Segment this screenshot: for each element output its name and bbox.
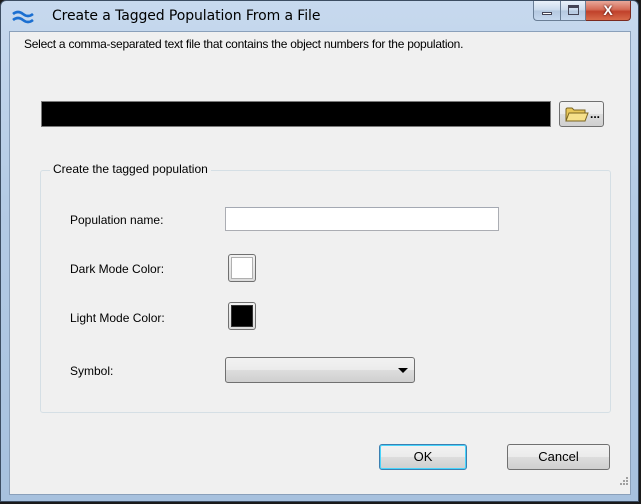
window-title: Create a Tagged Population From a File — [52, 8, 321, 24]
symbol-label: Symbol: — [70, 364, 114, 378]
ok-button[interactable]: OK — [379, 444, 467, 470]
group-legend: Create the tagged population — [50, 162, 211, 176]
minimize-icon — [542, 12, 552, 15]
dark-mode-color-swatch — [231, 257, 253, 279]
close-icon: X — [603, 2, 613, 18]
browse-ellipsis: ... — [590, 107, 601, 121]
light-mode-color-label: Light Mode Color: — [70, 311, 165, 325]
window-controls: X — [533, 1, 631, 21]
population-name-label: Population name: — [70, 213, 164, 227]
folder-icon — [565, 107, 589, 122]
title-bar[interactable]: Create a Tagged Population From a File X — [1, 1, 638, 31]
close-button[interactable]: X — [586, 1, 631, 21]
browse-button[interactable]: ... — [559, 101, 604, 127]
wave-icon — [12, 10, 34, 24]
resize-grip-icon[interactable] — [619, 476, 629, 486]
light-mode-color-button[interactable] — [228, 302, 256, 330]
chevron-down-icon — [398, 368, 408, 373]
cancel-button[interactable]: Cancel — [507, 444, 610, 470]
maximize-icon — [568, 5, 579, 15]
symbol-dropdown[interactable] — [225, 357, 415, 383]
population-name-input[interactable] — [225, 207, 499, 231]
maximize-button[interactable] — [560, 1, 586, 21]
minimize-button[interactable] — [533, 1, 560, 21]
light-mode-color-swatch — [231, 305, 253, 327]
dark-mode-color-label: Dark Mode Color: — [70, 262, 165, 276]
file-path-input[interactable] — [41, 101, 551, 127]
instruction-text: Select a comma-separated text file that … — [24, 37, 464, 51]
dark-mode-color-button[interactable] — [228, 254, 256, 282]
